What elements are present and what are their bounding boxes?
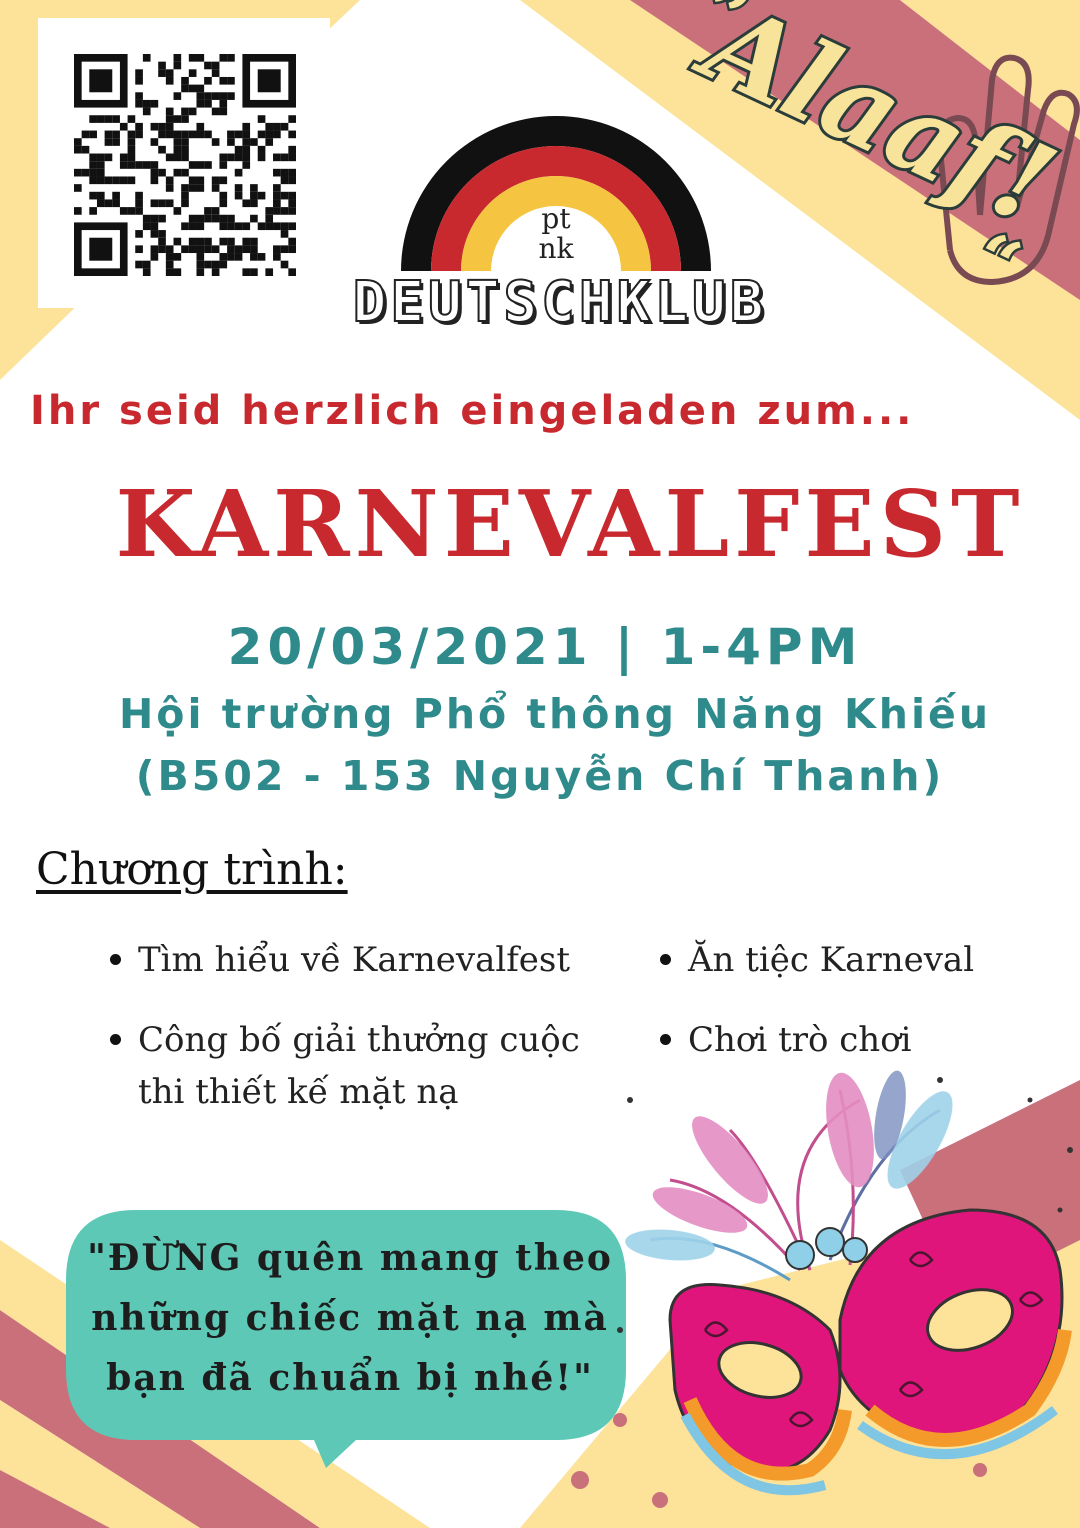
- qr-code-icon[interactable]: [74, 54, 296, 276]
- bullet-icon: [110, 1034, 121, 1045]
- event-address: (B502 - 153 Nguyễn Chí Thanh): [135, 752, 945, 800]
- program-heading: Chương trình:: [36, 844, 348, 895]
- event-date-time: 20/03/2021 | 1-4PM: [227, 618, 863, 676]
- invitation-line: Ihr seid herzlich eingeladen zum...: [30, 388, 915, 434]
- alaaf-word: Alaaf!: [679, 0, 1073, 250]
- event-venue: Hội trường Phổ thông Năng Khiếu: [118, 690, 992, 738]
- program-item: Ăn tiệc Karneval: [660, 934, 1048, 986]
- event-title: KARNEVALFEST: [115, 470, 1025, 578]
- event-poster: pt nk DEUTSCHKLUB Alaaf! „ “ Ihr seid he…: [0, 0, 1080, 1528]
- logo-monogram-bottom: nk: [539, 232, 575, 265]
- program-item: Chơi trò chơi: [660, 1014, 1048, 1066]
- program-item-label: Chơi trò chơi: [688, 1020, 912, 1060]
- program-item-label: Ăn tiệc Karneval: [688, 940, 975, 980]
- qr-code-panel: [38, 18, 330, 308]
- program-item: Công bố giải thưởng cuộc thi thiết kế mặ…: [110, 1014, 618, 1118]
- bullet-icon: [660, 954, 671, 965]
- logo-monogram-top: pt: [541, 202, 571, 235]
- reminder-text: "ĐỪNG quên mang theo những chiếc mặt nạ …: [87, 1237, 613, 1399]
- carnival-mask-icon: [617, 1070, 1073, 1496]
- program-item-label: Công bố giải thưởng cuộc thi thiết kế mặ…: [138, 1020, 580, 1112]
- bullet-icon: [110, 954, 121, 965]
- bullet-icon: [660, 1034, 671, 1045]
- alaaf-greeting: Alaaf! „ “: [676, 0, 1080, 310]
- alaaf-close-quote: “: [961, 215, 1033, 307]
- program-item-label: Tìm hiểu về Karnevalfest: [138, 940, 571, 980]
- program-item: Tìm hiểu về Karnevalfest: [110, 934, 618, 986]
